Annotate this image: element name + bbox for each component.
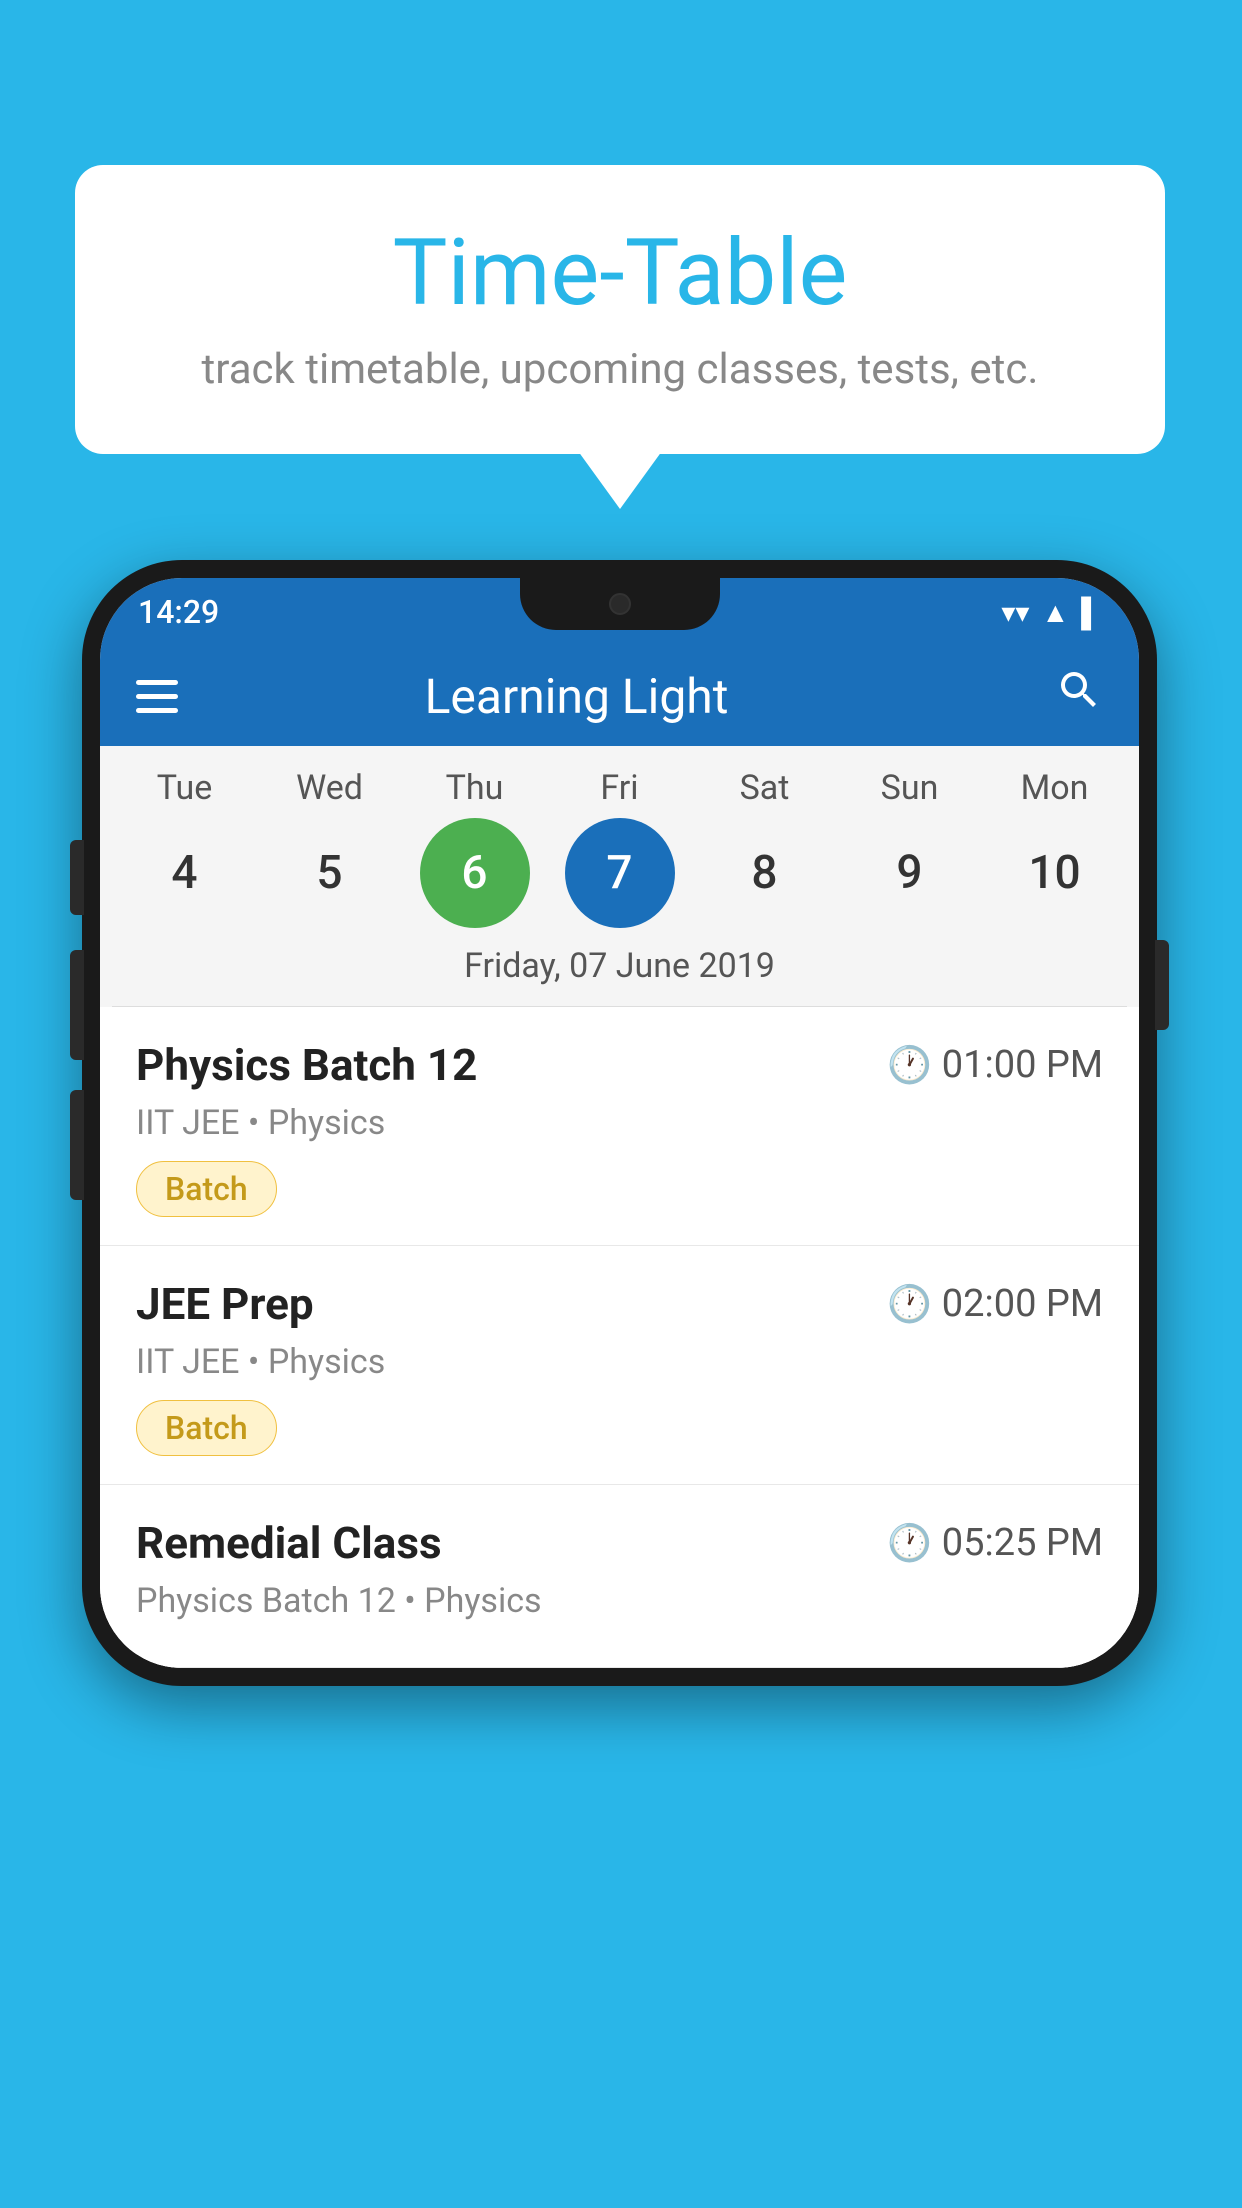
day-label-mon: Mon: [990, 768, 1120, 808]
schedule-title-2: JEE Prep: [136, 1278, 314, 1330]
volume-up-button: [70, 950, 84, 1060]
schedule-subtitle-2: IIT JEE • Physics: [136, 1342, 1103, 1382]
wifi-icon: ▾▾: [1001, 596, 1029, 629]
day-label-sat: Sat: [700, 768, 830, 808]
schedule-title-1: Physics Batch 12: [136, 1039, 477, 1091]
batch-tag-1: Batch: [136, 1161, 277, 1217]
calendar-strip: Tue Wed Thu Fri Sat Sun Mon 4 5 6 7 8 9 …: [100, 746, 1139, 1007]
power-button: [1155, 940, 1169, 1030]
schedule-item-1[interactable]: Physics Batch 12 🕐 01:00 PM IIT JEE • Ph…: [100, 1007, 1139, 1246]
camera: [609, 593, 631, 615]
app-title: Learning Light: [100, 668, 1055, 725]
day-numbers: 4 5 6 7 8 9 10: [112, 818, 1127, 928]
schedule-item-3[interactable]: Remedial Class 🕐 05:25 PM Physics Batch …: [100, 1485, 1139, 1668]
speech-bubble-container: Time-Table track timetable, upcoming cla…: [75, 165, 1165, 454]
app-bar: Learning Light: [100, 646, 1139, 746]
signal-icon: ▲: [1041, 596, 1069, 629]
batch-tag-2: Batch: [136, 1400, 277, 1456]
selected-date-label: Friday, 07 June 2019: [112, 946, 1127, 1007]
day-label-tue: Tue: [120, 768, 250, 808]
phone-screen: 14:29 ▾▾ ▲ ▌ Learning Light: [100, 578, 1139, 1668]
day-6-today[interactable]: 6: [420, 818, 530, 928]
clock-icon-3: 🕐: [887, 1522, 932, 1564]
battery-icon: ▌: [1081, 596, 1101, 629]
bubble-subtitle: track timetable, upcoming classes, tests…: [135, 345, 1105, 394]
schedule-item-2[interactable]: JEE Prep 🕐 02:00 PM IIT JEE • Physics Ba…: [100, 1246, 1139, 1485]
phone-wrapper: 14:29 ▾▾ ▲ ▌ Learning Light: [82, 560, 1157, 1686]
schedule-header-3: Remedial Class 🕐 05:25 PM: [136, 1517, 1103, 1569]
day-label-fri: Fri: [555, 768, 685, 808]
volume-down-button: [70, 1090, 84, 1200]
status-icons: ▾▾ ▲ ▌: [1001, 596, 1101, 629]
volume-silent-button: [70, 840, 84, 915]
schedule-time-3: 🕐 05:25 PM: [887, 1521, 1103, 1565]
schedule-title-3: Remedial Class: [136, 1517, 442, 1569]
day-10[interactable]: 10: [1000, 818, 1110, 928]
day-8[interactable]: 8: [710, 818, 820, 928]
schedule-header-1: Physics Batch 12 🕐 01:00 PM: [136, 1039, 1103, 1091]
schedule-time-value-1: 01:00 PM: [942, 1043, 1103, 1087]
speech-bubble: Time-Table track timetable, upcoming cla…: [75, 165, 1165, 454]
day-label-thu: Thu: [410, 768, 540, 808]
status-time: 14:29: [138, 593, 219, 631]
clock-icon-1: 🕐: [887, 1044, 932, 1086]
schedule-subtitle-3: Physics Batch 12 • Physics: [136, 1581, 1103, 1621]
schedule-header-2: JEE Prep 🕐 02:00 PM: [136, 1278, 1103, 1330]
bubble-title: Time-Table: [135, 220, 1105, 327]
day-label-sun: Sun: [845, 768, 975, 808]
clock-icon-2: 🕐: [887, 1283, 932, 1325]
day-7-selected[interactable]: 7: [565, 818, 675, 928]
day-label-wed: Wed: [265, 768, 395, 808]
phone-frame: 14:29 ▾▾ ▲ ▌ Learning Light: [82, 560, 1157, 1686]
search-icon[interactable]: [1055, 666, 1103, 726]
day-9[interactable]: 9: [855, 818, 965, 928]
day-5[interactable]: 5: [275, 818, 385, 928]
day-4[interactable]: 4: [130, 818, 240, 928]
schedule-time-value-2: 02:00 PM: [942, 1282, 1103, 1326]
schedule-subtitle-1: IIT JEE • Physics: [136, 1103, 1103, 1143]
day-labels: Tue Wed Thu Fri Sat Sun Mon: [112, 768, 1127, 808]
notch: [520, 578, 720, 630]
schedule-time-2: 🕐 02:00 PM: [887, 1282, 1103, 1326]
schedule-container: Physics Batch 12 🕐 01:00 PM IIT JEE • Ph…: [100, 1007, 1139, 1668]
schedule-time-1: 🕐 01:00 PM: [887, 1043, 1103, 1087]
schedule-time-value-3: 05:25 PM: [942, 1521, 1103, 1565]
